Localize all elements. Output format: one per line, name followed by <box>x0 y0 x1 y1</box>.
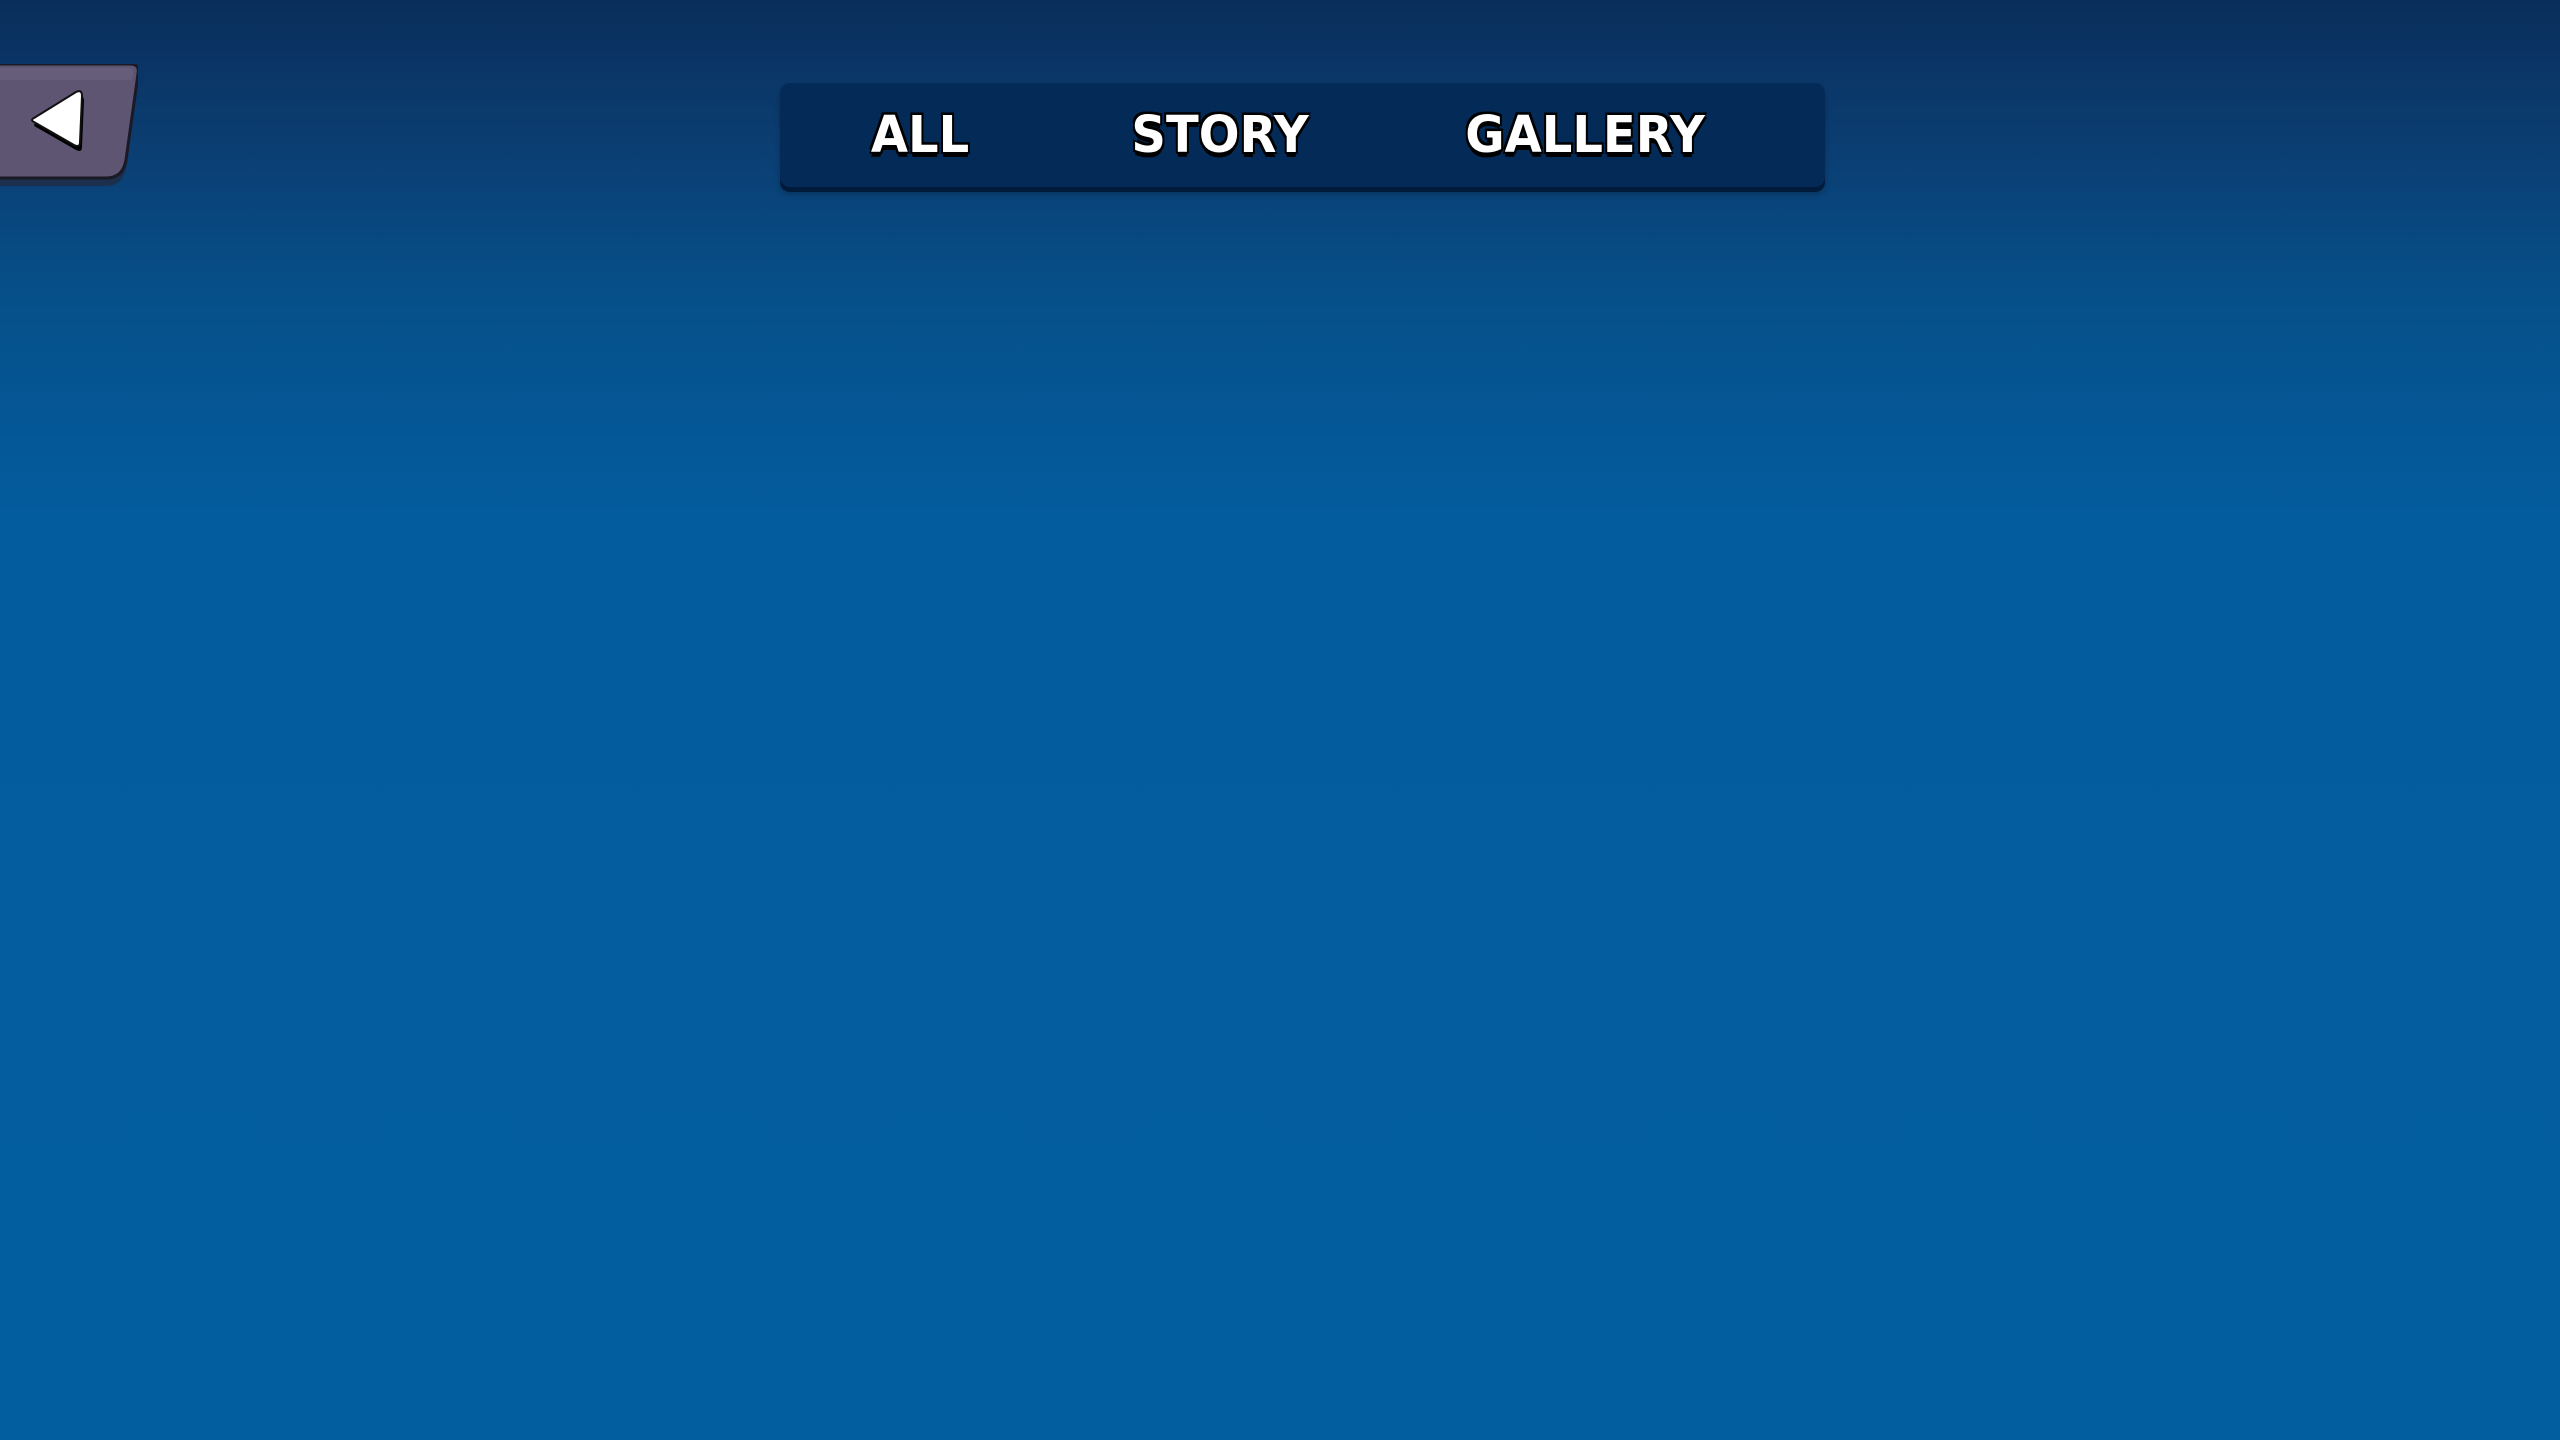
back-button[interactable] <box>0 64 138 186</box>
tab-bar: ALL STORY GALLERY <box>780 83 1825 187</box>
tab-story[interactable]: STORY <box>1120 83 1320 187</box>
background <box>0 0 2560 1440</box>
tab-gallery-label: GALLERY <box>1465 105 1705 165</box>
tab-all[interactable]: ALL <box>840 83 1000 187</box>
tab-all-label: ALL <box>870 105 970 165</box>
tab-gallery[interactable]: GALLERY <box>1460 83 1710 187</box>
triangle-left-icon <box>31 90 84 151</box>
tab-story-label: STORY <box>1131 105 1309 165</box>
